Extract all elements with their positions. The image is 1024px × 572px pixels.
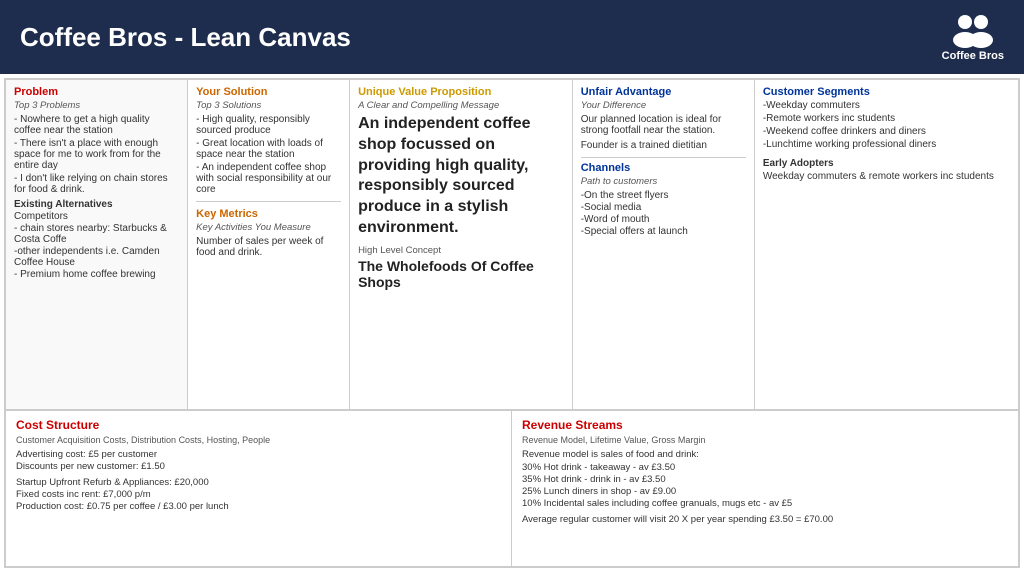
solution-item-1: - High quality, responsibly sourced prod… xyxy=(196,114,341,136)
cost-line-2: Discounts per new customer: £1.50 xyxy=(16,461,501,472)
problem-heading: Problem xyxy=(14,86,179,98)
key-metrics-sub: Key Activities You Measure xyxy=(196,222,341,233)
channels-heading: Channels xyxy=(581,162,746,174)
key-metrics-heading: Key Metrics xyxy=(196,208,341,220)
uvp-high-level-label: High Level Concept xyxy=(358,245,564,256)
solution-top: Your Solution Top 3 Solutions - High qua… xyxy=(196,86,341,202)
competitor-3: - Premium home coffee brewing xyxy=(14,269,179,280)
upper-grid: Problem Top 3 Problems - Nowhere to get … xyxy=(6,80,1018,411)
solution-heading: Your Solution xyxy=(196,86,341,98)
problem-item-2: - There isn't a place with enough space … xyxy=(14,138,179,171)
competitor-2: -other independents i.e. Camden Coffee H… xyxy=(14,246,179,268)
revenue-line-4: 10% Incidental sales including coffee gr… xyxy=(522,498,1008,509)
existing-alt-label: Existing Alternatives xyxy=(14,199,179,210)
logo-icon xyxy=(949,12,997,48)
segment-2: -Remote workers inc students xyxy=(763,113,1010,124)
uvp-big-text: An independent coffee shop focussed on p… xyxy=(358,114,564,239)
channel-2: -Social media xyxy=(581,202,746,213)
cost-line-5: Production cost: £0.75 per coffee / £3.0… xyxy=(16,501,501,512)
solution-cell: Your Solution Top 3 Solutions - High qua… xyxy=(188,80,350,409)
problem-subheading: Top 3 Problems xyxy=(14,100,179,111)
segment-4: -Lunchtime working professional diners xyxy=(763,139,1010,150)
solution-item-2: - Great location with loads of space nea… xyxy=(196,138,341,160)
revenue-line-5: Average regular customer will visit 20 X… xyxy=(522,514,1008,525)
channel-3: -Word of mouth xyxy=(581,214,746,225)
revenue-streams-cell: Revenue Streams Revenue Model, Lifetime … xyxy=(512,411,1018,566)
early-adopters-text: Weekday commuters & remote workers inc s… xyxy=(763,171,1010,182)
lower-grid: Cost Structure Customer Acquisition Cost… xyxy=(6,411,1018,566)
cost-heading: Cost Structure xyxy=(16,418,501,432)
revenue-subheading: Revenue Model, Lifetime Value, Gross Mar… xyxy=(522,435,1008,445)
page-wrapper: Coffee Bros - Lean Canvas Coffee Bros Pr… xyxy=(0,0,1024,572)
revenue-line-3: 25% Lunch diners in shop - av £9.00 xyxy=(522,486,1008,497)
unfair-subheading: Your Difference xyxy=(581,100,746,111)
header: Coffee Bros - Lean Canvas Coffee Bros xyxy=(0,0,1024,74)
main-content: Problem Top 3 Problems - Nowhere to get … xyxy=(4,78,1020,568)
uvp-concept-text: The Wholefoods Of Coffee Shops xyxy=(358,258,564,290)
problem-item-3: - I don't like relying on chain stores f… xyxy=(14,173,179,195)
revenue-line-1: 30% Hot drink - takeaway - av £3.50 xyxy=(522,462,1008,473)
revenue-intro: Revenue model is sales of food and drink… xyxy=(522,449,1008,460)
unfair-top: Unfair Advantage Your Difference Our pla… xyxy=(581,86,746,158)
uvp-subheading: A Clear and Compelling Message xyxy=(358,100,564,111)
cost-subheading: Customer Acquisition Costs, Distribution… xyxy=(16,435,501,445)
competitors-label: Competitors xyxy=(14,211,179,222)
early-adopters-label: Early Adopters xyxy=(763,158,1010,169)
key-metrics-section: Key Metrics Key Activities You Measure N… xyxy=(196,208,341,258)
solution-subheading: Top 3 Solutions xyxy=(196,100,341,111)
key-metrics-text: Number of sales per week of food and dri… xyxy=(196,236,341,258)
problem-cell: Problem Top 3 Problems - Nowhere to get … xyxy=(6,80,188,409)
uvp-cell: Unique Value Proposition A Clear and Com… xyxy=(350,80,573,409)
channels-sub: Path to customers xyxy=(581,176,746,187)
segments-cell: Customer Segments -Weekday commuters -Re… xyxy=(755,80,1018,409)
segment-3: -Weekend coffee drinkers and diners xyxy=(763,126,1010,137)
cost-line-3: Startup Upfront Refurb & Appliances: £20… xyxy=(16,477,501,488)
segments-heading: Customer Segments xyxy=(763,86,1010,98)
revenue-line-2: 35% Hot drink - drink in - av £3.50 xyxy=(522,474,1008,485)
problem-item-1: - Nowhere to get a high quality coffee n… xyxy=(14,114,179,136)
channel-4: -Special offers at launch xyxy=(581,226,746,237)
logo-area: Coffee Bros xyxy=(942,12,1004,62)
logo-label: Coffee Bros xyxy=(942,50,1004,62)
unfair-text: Our planned location is ideal for strong… xyxy=(581,114,746,136)
competitor-1: - chain stores nearby: Starbucks & Costa… xyxy=(14,223,179,245)
cost-structure-cell: Cost Structure Customer Acquisition Cost… xyxy=(6,411,512,566)
page-title: Coffee Bros - Lean Canvas xyxy=(20,22,351,53)
cost-line-1: Advertising cost: £5 per customer xyxy=(16,449,501,460)
cost-line-4: Fixed costs inc rent: £7,000 p/m xyxy=(16,489,501,500)
solution-item-3: - An independent coffee shop with social… xyxy=(196,162,341,195)
segment-1: -Weekday commuters xyxy=(763,100,1010,111)
channels-section: Channels Path to customers -On the stree… xyxy=(581,162,746,237)
unfair-cell: Unfair Advantage Your Difference Our pla… xyxy=(573,80,755,409)
unfair-heading: Unfair Advantage xyxy=(581,86,746,98)
channel-1: -On the street flyers xyxy=(581,190,746,201)
uvp-heading: Unique Value Proposition xyxy=(358,86,564,98)
revenue-heading: Revenue Streams xyxy=(522,418,1008,432)
unfair-founder-text: Founder is a trained dietitian xyxy=(581,140,746,151)
